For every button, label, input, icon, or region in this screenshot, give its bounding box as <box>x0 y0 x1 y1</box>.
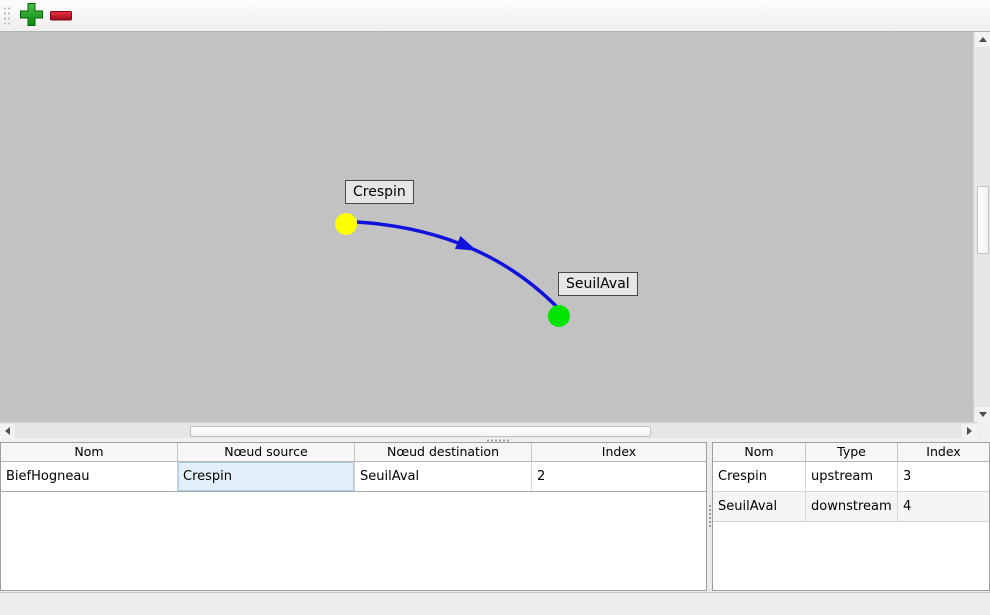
add-button[interactable] <box>17 3 45 29</box>
header-index[interactable]: Index <box>898 443 989 461</box>
cell-nom[interactable]: Crespin <box>713 462 806 491</box>
header-nom[interactable]: Nom <box>1 443 178 461</box>
arrow-right-icon <box>967 427 972 435</box>
table-row[interactable]: BiefHogneau Crespin SeuilAval 2 <box>1 462 706 492</box>
node-label-seuilaval[interactable]: SeuilAval <box>558 272 638 296</box>
scroll-up-button[interactable] <box>975 32 990 47</box>
node-label-crespin[interactable]: Crespin <box>345 180 414 204</box>
node-crespin[interactable] <box>335 213 357 235</box>
cell-nom[interactable]: BiefHogneau <box>1 462 178 491</box>
cell-type[interactable]: downstream <box>806 492 898 521</box>
header-nom[interactable]: Nom <box>713 443 806 461</box>
toolbar-drag-handle[interactable] <box>3 6 11 27</box>
arrow-down-icon <box>979 412 987 417</box>
table-row[interactable]: SeuilAval downstream 4 <box>713 492 989 522</box>
header-noeud-destination[interactable]: Nœud destination <box>355 443 532 461</box>
cell-type[interactable]: upstream <box>806 462 898 491</box>
vertical-scrollbar[interactable] <box>973 32 990 422</box>
plus-icon <box>19 2 44 30</box>
table-row[interactable]: Crespin upstream 3 <box>713 462 989 492</box>
vertical-splitter-handle-icon[interactable] <box>708 504 712 528</box>
graph-svg <box>0 32 973 422</box>
cell-index[interactable]: 4 <box>898 492 989 521</box>
node-table: Nom Type Index Crespin upstream 3 SeuilA… <box>712 442 990 591</box>
toolbar <box>0 0 990 32</box>
horizontal-scrollbar-thumb[interactable] <box>190 426 651 437</box>
header-noeud-source[interactable]: Nœud source <box>178 443 355 461</box>
header-type[interactable]: Type <box>806 443 898 461</box>
cell-nom[interactable]: SeuilAval <box>713 492 806 521</box>
scroll-down-button[interactable] <box>975 407 990 422</box>
minus-icon <box>50 9 72 24</box>
edge-arrowhead-icon <box>455 236 480 257</box>
arrow-up-icon <box>979 37 987 42</box>
scroll-right-button[interactable] <box>962 424 977 438</box>
scrollbar-corner <box>977 422 990 438</box>
edge-bief-hogneau[interactable] <box>357 222 556 306</box>
arrow-left-icon <box>5 427 10 435</box>
cell-noeud-source-selected[interactable]: Crespin <box>178 462 355 491</box>
reach-table-header: Nom Nœud source Nœud destination Index <box>1 443 706 462</box>
node-table-header: Nom Type Index <box>713 443 989 462</box>
node-seuilaval[interactable] <box>548 305 570 327</box>
cell-index[interactable]: 3 <box>898 462 989 491</box>
reach-table: Nom Nœud source Nœud destination Index B… <box>0 442 707 591</box>
status-bar <box>0 592 990 615</box>
scroll-left-button[interactable] <box>0 424 15 438</box>
cell-index[interactable]: 2 <box>532 462 706 491</box>
graph-canvas[interactable]: Crespin SeuilAval <box>0 32 973 422</box>
header-index[interactable]: Index <box>532 443 706 461</box>
vertical-scrollbar-thumb[interactable] <box>977 186 989 254</box>
remove-button[interactable] <box>47 3 75 29</box>
horizontal-scrollbar[interactable] <box>0 422 977 438</box>
cell-noeud-destination[interactable]: SeuilAval <box>355 462 532 491</box>
